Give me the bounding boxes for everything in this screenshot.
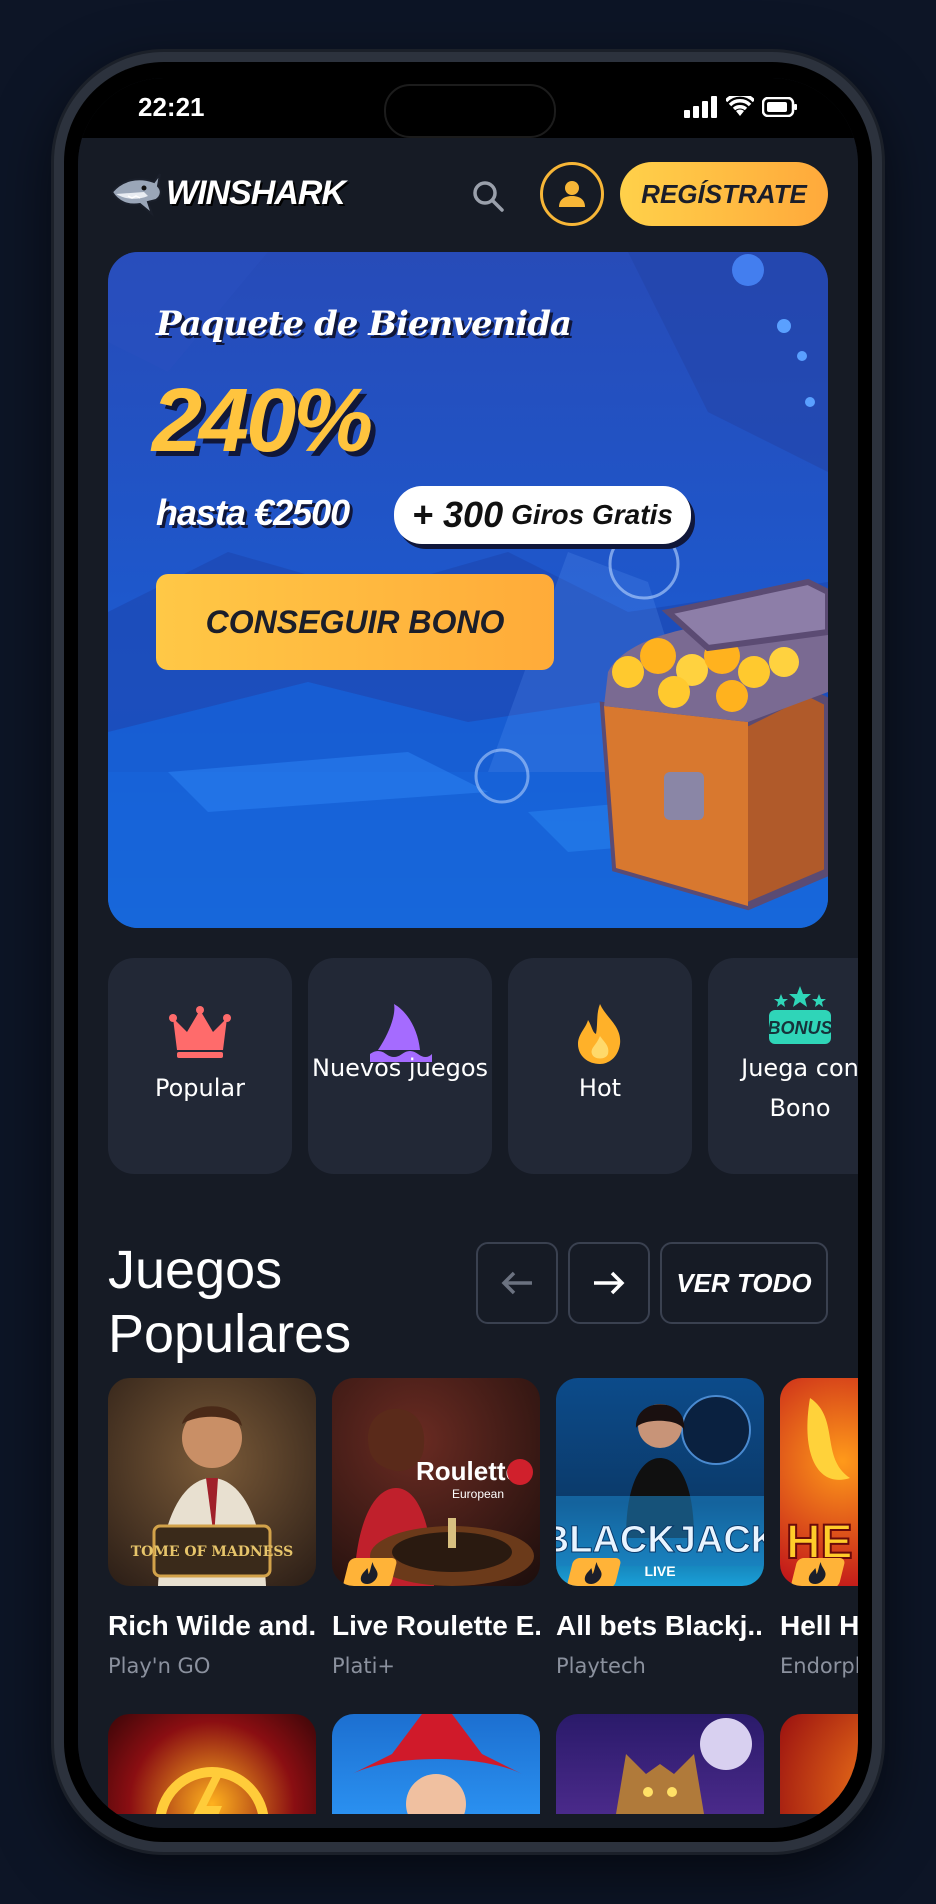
game-art-text: Roulette <box>416 1456 520 1486</box>
game-thumbnail[interactable] <box>332 1714 540 1814</box>
banner-up-to: hasta €2500 <box>156 492 350 533</box>
game-thumbnail[interactable] <box>108 1714 316 1814</box>
register-button[interactable]: REGÍSTRATE <box>620 162 828 226</box>
game-title: All bets Blackj... <box>556 1610 764 1641</box>
game-thumbnail[interactable]: HE <box>780 1378 858 1586</box>
search-button[interactable] <box>468 176 508 216</box>
bonus-icon: BONUS <box>767 986 833 1044</box>
user-account-button[interactable] <box>540 162 604 226</box>
game-card[interactable]: TOME OF MADNESS Rich Wilde and... Play'n… <box>108 1378 316 1678</box>
get-bonus-button[interactable]: CONSEGUIR BONO <box>156 574 554 670</box>
crown-icon <box>169 1006 231 1058</box>
next-button[interactable] <box>568 1242 650 1324</box>
app-content: WINSHARK REGÍSTRATE Paquete de Bienvenid… <box>78 138 858 1828</box>
game-thumbnail[interactable] <box>780 1714 858 1814</box>
game-provider: Plati+ <box>332 1654 396 1678</box>
category-bonus-play[interactable]: BONUS Juega con Bono <box>708 958 858 1174</box>
battery-icon <box>762 97 797 117</box>
game-title: Live Roulette E... <box>332 1610 540 1641</box>
wifi-icon <box>726 96 754 116</box>
category-popular[interactable]: Popular <box>108 958 292 1174</box>
game-art-subtext: LIVE <box>644 1563 675 1579</box>
previous-button[interactable] <box>476 1242 558 1324</box>
game-art: HE <box>785 1398 854 1570</box>
game-thumbnail[interactable]: BLACKJACK LIVE <box>556 1378 764 1586</box>
game-art: Roulette European <box>354 1408 534 1586</box>
bonus-icon-text: BONUS <box>767 1018 832 1038</box>
arrow-right-icon <box>594 1271 625 1295</box>
brand-name: WINSHARK <box>166 173 346 212</box>
game-provider: Endorphina <box>780 1654 858 1678</box>
game-thumbnail[interactable] <box>556 1714 764 1814</box>
hot-badge <box>342 1558 398 1586</box>
welcome-banner[interactable]: Paquete de Bienvenida 240% hasta €2500 +… <box>108 252 828 928</box>
user-icon <box>559 181 585 207</box>
fire-icon <box>584 1562 602 1584</box>
phone-screen: 22:21 WINSHARK REGÍSTRATE Paquete de Bie… <box>78 78 858 1828</box>
game-card[interactable]: Roulette European Live Roulette E... Pla… <box>332 1378 540 1678</box>
free-spins-badge: + 300 Giros Gratis <box>394 486 691 544</box>
section-title: Juegos Populares <box>108 1240 352 1364</box>
category-label: Hot <box>578 1074 622 1102</box>
top-header: WINSHARK REGÍSTRATE <box>78 138 858 252</box>
category-label: Juega con Bono <box>741 1054 858 1122</box>
game-art <box>155 1767 269 1814</box>
game-title: Rich Wilde and... <box>108 1610 316 1641</box>
game-thumbnail[interactable]: TOME OF MADNESS <box>108 1378 316 1586</box>
hot-badge <box>566 1558 622 1586</box>
see-all-button[interactable]: VER TODO <box>660 1242 828 1324</box>
game-art-text: TOME OF MADNESS <box>131 1544 294 1560</box>
dynamic-island <box>384 84 556 138</box>
search-icon <box>473 181 504 212</box>
banner-title: Paquete de Bienvenida <box>156 304 572 344</box>
status-icons <box>684 96 798 118</box>
status-bar: 22:21 <box>78 78 858 138</box>
game-art: TOME OF MADNESS <box>131 1406 294 1586</box>
game-provider: Playtech <box>556 1654 646 1678</box>
fire-icon <box>360 1562 378 1584</box>
free-spins-number: + 300 <box>412 494 504 535</box>
free-spins-text: Giros Gratis <box>511 499 673 530</box>
signal-icon <box>684 96 717 118</box>
category-hot[interactable]: Hot <box>508 958 692 1174</box>
category-carousel: Popular Nuevos juegos Hot BONUS Juega co… <box>108 958 858 1174</box>
fire-icon <box>578 1004 621 1064</box>
game-thumbnail[interactable]: Roulette European <box>332 1378 540 1586</box>
game-card[interactable]: BLACKJACK LIVE All bets Blackj... Playte… <box>556 1378 764 1678</box>
game-card[interactable]: HE Hell Hot Endorphina <box>780 1378 858 1678</box>
game-art-text: BLACKJACK <box>556 1519 764 1561</box>
game-art: BLACKJACK LIVE <box>556 1395 764 1579</box>
category-label: Popular <box>155 1074 245 1102</box>
shark-logo-icon <box>110 173 162 218</box>
winshark-logo[interactable]: WINSHARK <box>108 162 346 224</box>
game-art-subtext: European <box>452 1487 504 1501</box>
status-time: 22:21 <box>138 92 205 122</box>
hot-badge <box>790 1558 846 1586</box>
banner-percent: 240% <box>152 371 373 471</box>
fire-icon <box>808 1562 826 1584</box>
game-provider: Play'n GO <box>108 1654 211 1678</box>
game-art <box>352 1714 522 1814</box>
arrow-left-icon <box>501 1271 532 1295</box>
game-art <box>616 1718 752 1814</box>
category-label: Nuevos juegos <box>311 1054 488 1082</box>
game-title: Hell Hot <box>780 1610 858 1641</box>
category-new-games[interactable]: Nuevos juegos <box>308 958 492 1174</box>
